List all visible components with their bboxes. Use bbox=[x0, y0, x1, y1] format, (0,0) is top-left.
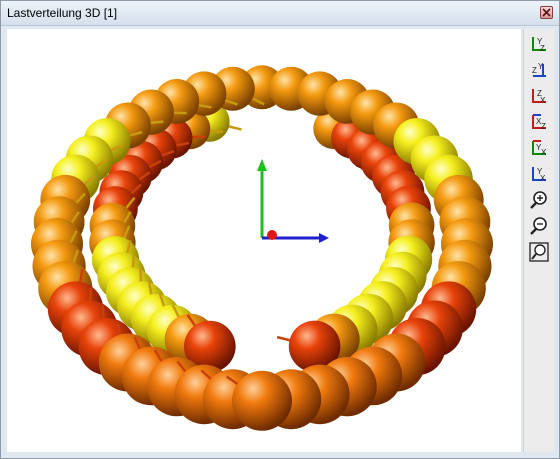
svg-text:Z: Z bbox=[540, 44, 545, 53]
view-zx-icon: Z X bbox=[532, 89, 546, 105]
view-toolbar: Y Z Z Y Z X X Z Y X Y X bbox=[523, 29, 554, 452]
load-distribution-scene bbox=[31, 65, 493, 431]
svg-text:X: X bbox=[540, 174, 546, 183]
svg-text:X: X bbox=[540, 96, 546, 105]
view-zy-button[interactable]: Z Y bbox=[527, 59, 551, 81]
view-yx-icon: Y X bbox=[532, 140, 547, 157]
zoom-fit-icon bbox=[529, 242, 549, 262]
load-sphere bbox=[232, 370, 292, 431]
svg-text:Z: Z bbox=[541, 122, 546, 131]
viewer-window: Lastverteilung 3D [1] Y Z Z Y Z X X Z Y … bbox=[0, 0, 560, 459]
axis-y-arrow bbox=[257, 159, 267, 171]
svg-text:Y: Y bbox=[538, 62, 544, 71]
view-yz-icon: Y Z bbox=[532, 37, 546, 53]
view-xy-button[interactable]: Y X bbox=[527, 163, 551, 185]
view-yz-button[interactable]: Y Z bbox=[527, 33, 551, 55]
coordinate-axes bbox=[257, 159, 329, 243]
zoom-in-icon bbox=[530, 191, 547, 209]
zoom-out-icon bbox=[530, 217, 547, 235]
zoom-in-button[interactable] bbox=[527, 189, 551, 211]
view-yx-button[interactable]: Y X bbox=[527, 137, 551, 159]
zoom-fit-button[interactable] bbox=[527, 241, 551, 263]
close-icon bbox=[542, 8, 551, 17]
view-xz-button[interactable]: X Z bbox=[527, 111, 551, 133]
axis-z-marker bbox=[267, 230, 277, 240]
view-zy-icon: Z Y bbox=[532, 62, 546, 77]
sphere-group bbox=[31, 65, 493, 431]
zoom-out-button[interactable] bbox=[527, 215, 551, 237]
window-title: Lastverteilung 3D [1] bbox=[7, 6, 118, 20]
view-xz-icon: X Z bbox=[532, 114, 546, 131]
axis-x-arrow bbox=[319, 233, 329, 243]
3d-viewport[interactable] bbox=[7, 29, 521, 452]
close-button[interactable] bbox=[540, 6, 553, 19]
svg-text:X: X bbox=[541, 148, 547, 157]
view-xy-icon: Y X bbox=[532, 167, 546, 183]
svg-text:Z: Z bbox=[532, 66, 537, 75]
title-bar[interactable]: Lastverteilung 3D [1] bbox=[1, 1, 559, 26]
view-zx-button[interactable]: Z X bbox=[527, 85, 551, 107]
